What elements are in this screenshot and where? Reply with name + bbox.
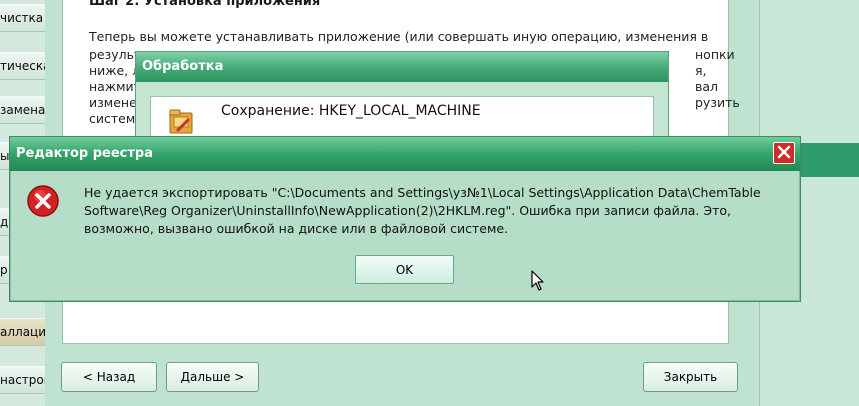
wizard-text-line: Теперь вы можете устанавливать приложени… xyxy=(89,29,709,44)
sidebar-item-install[interactable]: аллация xyxy=(0,318,45,346)
sidebar-item-replace[interactable]: замена xyxy=(0,96,45,124)
ok-button[interactable]: OK xyxy=(355,255,454,284)
sidebar-item-settings[interactable]: настрой xyxy=(0,366,45,394)
wizard-text-fragment: вал xyxy=(695,79,719,94)
sidebar-item-label: замена xyxy=(0,103,45,117)
wizard-text-line: нажмит xyxy=(89,79,141,94)
wizard-text-line: ниже, л xyxy=(89,63,141,78)
close-icon xyxy=(777,145,791,162)
error-icon xyxy=(26,184,60,218)
wizard-text-fragment: рузить xyxy=(695,95,740,110)
processing-window: Обработка Сохранение: HKEY_LOCAL_MACHINE xyxy=(135,51,669,144)
step-title: Шаг 2: Установка приложения xyxy=(89,0,321,9)
sidebar-item-label: аллация xyxy=(0,325,45,339)
close-button[interactable]: Закрыть xyxy=(643,362,738,392)
sidebar-item-stats[interactable]: тическа xyxy=(0,52,45,80)
dialog-close-button[interactable] xyxy=(773,142,795,164)
error-message: Не удается экспортировать "C:\Documents … xyxy=(84,185,761,236)
dialog-title: Редактор реестра xyxy=(10,137,800,171)
wizard-text-fragment: я, xyxy=(695,63,707,78)
processing-status: Сохранение: HKEY_LOCAL_MACHINE xyxy=(221,103,481,119)
registry-editor-error-dialog: Редактор реестра Не удается экспортирова… xyxy=(9,136,801,302)
processing-title: Обработка xyxy=(136,52,668,82)
sidebar-item-label: р xyxy=(0,263,8,277)
save-folder-icon xyxy=(167,105,197,135)
wizard-text-fragment: нопки xyxy=(695,47,735,62)
back-button[interactable]: < Назад xyxy=(61,362,157,392)
next-button[interactable]: Дальше > xyxy=(166,362,259,392)
sidebar-item-label: тическа xyxy=(0,59,45,73)
sidebar-item-label: д xyxy=(0,215,9,229)
sidebar-item-label: чистка xyxy=(0,11,44,25)
mouse-cursor-icon xyxy=(531,270,545,292)
sidebar-item-cleanup[interactable]: чистка xyxy=(0,4,45,32)
wizard-text-line: результ xyxy=(89,47,142,62)
sidebar-item-label: настрой xyxy=(0,373,45,387)
